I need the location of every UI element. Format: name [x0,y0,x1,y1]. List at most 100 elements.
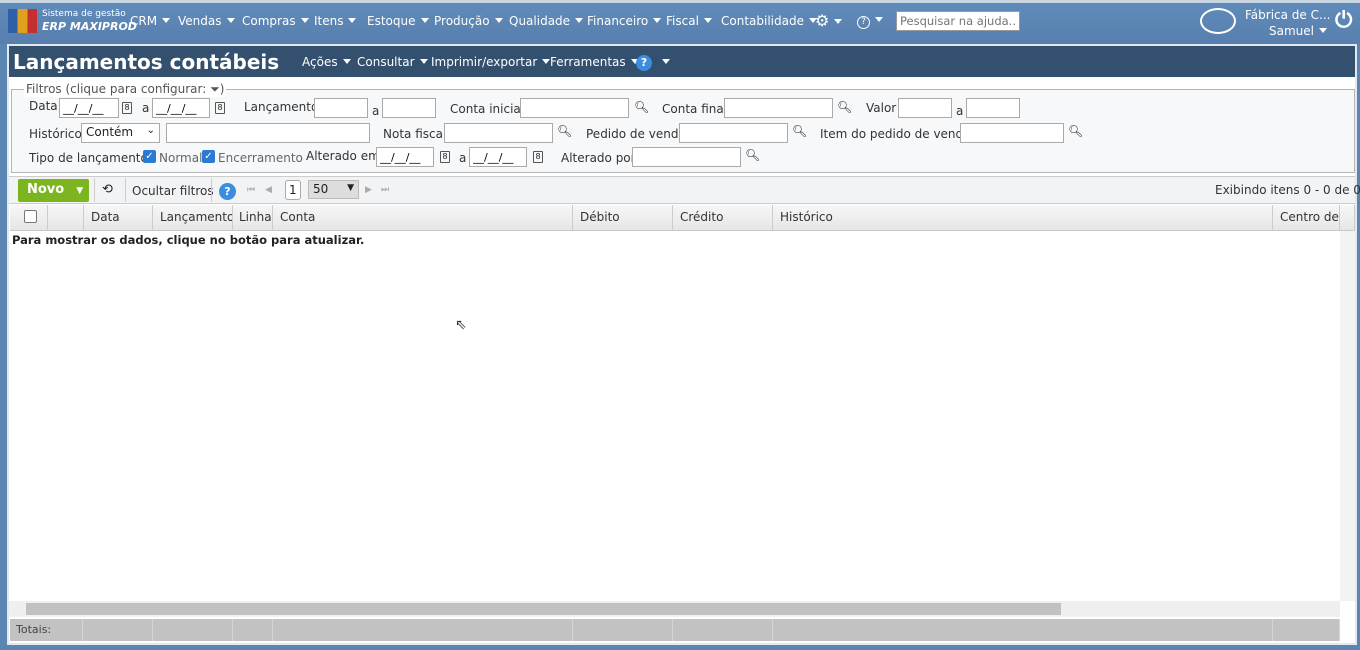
search-icon[interactable]: 🔍︎ [792,124,807,138]
menu-compras[interactable]: Compras [242,14,309,28]
maxiprod-logo[interactable] [8,9,38,33]
page-title: Lançamentos contábeis [13,50,280,74]
data-to-input[interactable] [152,98,210,118]
search-icon[interactable]: 🔍︎ [634,100,649,114]
menu-label: Fiscal [666,14,699,28]
nota-fiscal-input[interactable] [444,123,553,143]
dropdown-arrow-icon: ▼ [347,183,354,193]
column-header-linha[interactable]: Linha [233,205,273,231]
help-dropdown[interactable] [657,55,670,69]
column-header-lancamento[interactable]: Lançamento [153,205,233,231]
chat-bubble-icon[interactable] [1200,8,1236,34]
encerramento-checkbox[interactable]: ✓ [202,150,215,163]
prev-page-icon[interactable]: ◀ [265,185,272,195]
search-icon[interactable]: 🔍︎ [745,148,760,162]
column-header-historico[interactable]: Histórico [773,205,1273,231]
calendar-icon[interactable]: 8 [122,102,132,114]
historico-input[interactable] [166,123,370,143]
alterado-por-input[interactable] [632,147,741,167]
action-menu-ferramentas[interactable]: Ferramentas [550,55,639,69]
menu-label: Ações [302,55,338,69]
totals-cell [153,619,233,641]
alterado-to-input[interactable] [469,147,527,167]
range-a: a [372,104,380,118]
brand-subtitle: Sistema de gestão [42,9,126,19]
menu-financeiro[interactable]: Financeiro [587,14,662,28]
next-page-icon[interactable]: ▶ [365,185,372,195]
alterado-por-label: Alterado por [561,151,636,165]
totals-cell: Totais: [10,619,83,641]
legend-text: Filtros (clique para configurar: [26,82,207,96]
range-a: a [956,104,964,118]
page-size-select[interactable]: 50 ▼ [308,180,359,199]
user-name: Samuel [1269,24,1314,38]
menu-producao[interactable]: Produção [434,14,503,28]
encerramento-label: Encerramento [218,151,303,165]
menu-fiscal[interactable]: Fiscal [666,14,712,28]
pedido-venda-input[interactable] [679,123,788,143]
menu-label: CRM [130,14,158,28]
calendar-icon[interactable]: 8 [533,151,543,163]
action-menu-acoes[interactable]: Ações [302,55,351,69]
action-menu-consultar[interactable]: Consultar [357,55,428,69]
page-number-input[interactable]: 1 [285,180,301,200]
select-value: Contém [86,125,134,139]
items-count-status: Exibindo itens 0 - 0 de 0 [1215,183,1360,197]
data-from-input[interactable] [59,98,119,118]
column-header-conta[interactable]: Conta [273,205,573,231]
search-icon[interactable]: 🔍︎ [837,100,852,114]
lancamento-from-input[interactable] [314,98,368,118]
totals-cell [773,619,1273,641]
lancamento-to-input[interactable] [382,98,436,118]
filters-legend[interactable]: Filtros (clique para configurar: ⏷) [24,82,227,97]
first-page-icon[interactable]: ⏮ [247,185,255,195]
select-all-checkbox[interactable] [24,210,37,223]
horizontal-scrollbar-thumb[interactable] [26,603,1061,615]
settings-gear-icon[interactable]: ⚙ [815,11,843,30]
search-icon[interactable]: 🔍︎ [557,124,572,138]
help-menu-icon[interactable]: ? [857,13,883,29]
user-menu[interactable]: Samuel [1269,24,1327,38]
help-search-input[interactable] [896,11,1020,31]
dropdown-arrow-icon: ▼ [76,186,84,196]
historico-mode-select[interactable]: Contém ⌄ [81,123,160,143]
menu-estoque[interactable]: Estoque [367,14,429,28]
menu-crm[interactable]: CRM [130,14,171,28]
menu-label: Produção [434,14,490,28]
action-menu-imprimir[interactable]: Imprimir/exportar [431,55,551,69]
totals-cell [273,619,573,641]
valor-to-input[interactable] [966,98,1020,118]
company-name[interactable]: Fábrica de C... [1245,8,1330,22]
valor-from-input[interactable] [898,98,952,118]
vertical-scrollbar[interactable] [1340,231,1355,601]
refresh-icon[interactable]: ⟲ [102,182,113,197]
help-icon[interactable]: ? [636,55,652,71]
ocultar-filtros-button[interactable]: Ocultar filtros [132,184,214,198]
alterado-em-label: Alterado em [306,149,380,163]
help-icon[interactable]: ? [219,183,236,200]
menu-qualidade[interactable]: Qualidade [509,14,584,28]
menu-label: Compras [242,14,296,28]
column-header-centro[interactable]: Centro de c [1273,205,1340,231]
totals-cell [233,619,273,641]
normal-checkbox[interactable]: ✓ [143,150,156,163]
range-a: a [142,101,150,115]
menu-contabilidade[interactable]: Contabilidade [721,14,817,28]
column-header-data[interactable]: Data [84,205,153,231]
column-header-debito[interactable]: Débito [573,205,673,231]
menu-vendas[interactable]: Vendas [178,14,235,28]
conta-final-input[interactable] [724,98,833,118]
item-pedido-input[interactable] [960,123,1064,143]
search-icon[interactable]: 🔍︎ [1068,124,1083,138]
logout-power-icon[interactable]: ⏻ [1335,8,1352,33]
alterado-from-input[interactable] [376,147,434,167]
calendar-icon[interactable]: 8 [440,151,450,163]
calendar-icon[interactable]: 8 [215,102,225,114]
last-page-icon[interactable]: ⏭ [381,185,389,195]
totals-cell [673,619,773,641]
novo-button[interactable]: Novo ▼ [18,179,89,202]
menu-itens[interactable]: Itens [314,14,357,28]
conta-inicial-input[interactable] [520,98,629,118]
column-header-credito[interactable]: Crédito [673,205,773,231]
mouse-cursor-icon: ⇖ [455,317,467,333]
